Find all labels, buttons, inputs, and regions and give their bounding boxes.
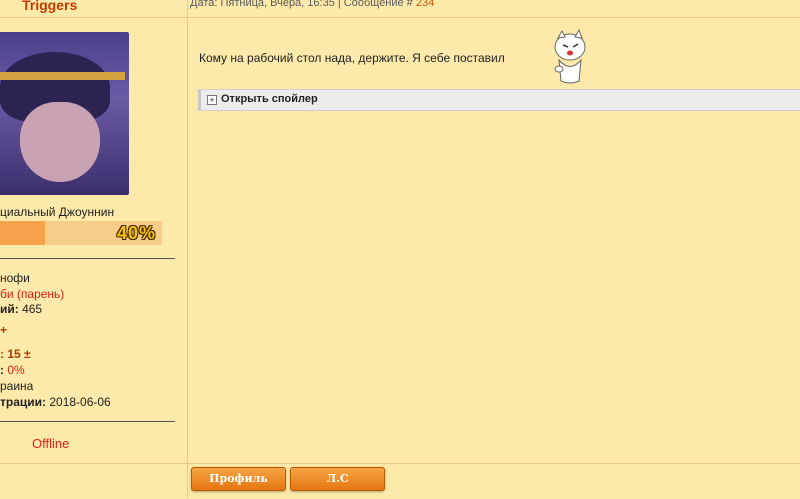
- status-offline: Offline: [32, 436, 70, 451]
- stat-registration: трации: 2018-06-06: [0, 395, 111, 409]
- rank-progress-label: 40%: [116, 223, 156, 243]
- stat-messages: ий: 465: [0, 302, 43, 316]
- username-link[interactable]: Triggers: [22, 0, 77, 13]
- stat-reputation[interactable]: : 15 ±: [0, 347, 31, 361]
- stat-country: раина: [0, 379, 34, 393]
- spoiler-expand-icon[interactable]: +: [207, 95, 217, 105]
- divider: [188, 17, 800, 18]
- post-text: Кому на рабочий стол нада, держите. Я се…: [199, 51, 505, 65]
- stat-gender: би (парень): [0, 287, 65, 301]
- cat-smiley-icon: [554, 29, 586, 84]
- divider: [0, 421, 175, 422]
- avatar: [0, 32, 129, 195]
- rank-progress-fill: [0, 221, 46, 245]
- post-body: Дата: Пятница, Вчера, 16:35 | Сообщение …: [188, 0, 800, 498]
- private-message-button[interactable]: Л.С: [290, 467, 385, 491]
- rank-progress-bar: 40%: [0, 221, 162, 245]
- profile-button[interactable]: Профиль: [191, 467, 286, 491]
- stat-plus[interactable]: +: [0, 323, 7, 337]
- post-meta: Дата: Пятница, Вчера, 16:35 | Сообщение …: [190, 0, 434, 9]
- rank-title: циальный Джоуннин: [0, 205, 115, 219]
- spoiler-block[interactable]: + Открыть спойлер: [198, 89, 800, 111]
- post-number-link[interactable]: 234: [416, 0, 434, 9]
- divider: [0, 258, 175, 259]
- spoiler-label[interactable]: Открыть спойлер: [221, 93, 318, 105]
- stat-group: нофи: [0, 271, 30, 285]
- post-footer: [0, 463, 800, 499]
- stat-warnings: : 0%: [0, 363, 25, 377]
- username-bar: Triggers: [0, 0, 187, 18]
- user-sidebar: Triggers циальный Джоуннин 40% нофи би (…: [0, 0, 188, 498]
